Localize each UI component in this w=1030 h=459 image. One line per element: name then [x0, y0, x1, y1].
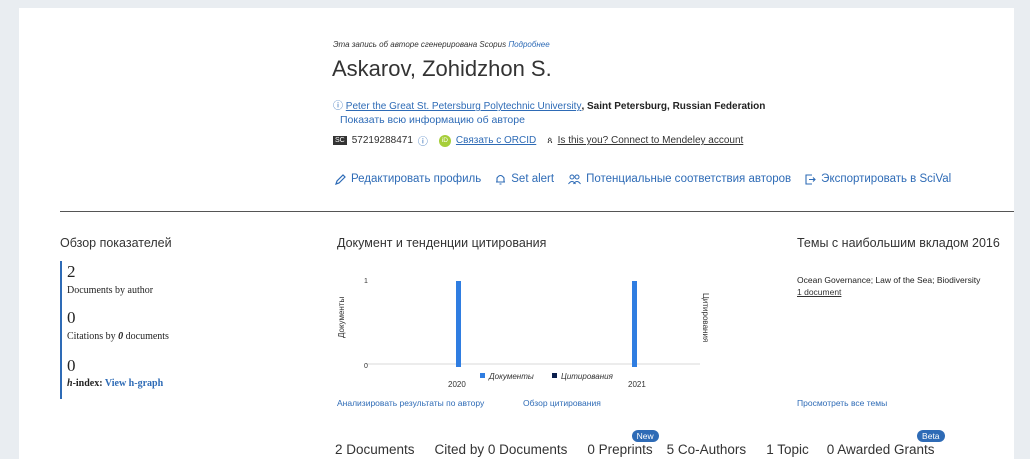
author-matches-button[interactable]: Потенциальные соответствия авторов [568, 173, 791, 185]
metrics-title: Обзор показателей [60, 236, 172, 250]
orcid-link[interactable]: Связать с ORCID [456, 135, 536, 146]
export-icon [805, 173, 816, 185]
export-scival-button[interactable]: Экспортировать в SciVal [805, 173, 951, 185]
people-icon [568, 174, 581, 184]
author-name: Askarov, Zohidzhon S. [332, 56, 552, 81]
pencil-icon [335, 173, 346, 185]
citations-label-pre: Citations by [67, 331, 119, 342]
orcid-icon: iD [438, 134, 451, 147]
tab-cited-by[interactable]: Cited by 0 Documents [435, 442, 568, 459]
bar-documents-2020[interactable] [456, 281, 461, 367]
x-tick-label: 2020 [448, 380, 466, 389]
topics-title: Темы с наибольшим вкладом 2016 [797, 236, 1000, 250]
mendeley-icon: ጰ [547, 135, 553, 145]
affiliation-link[interactable]: Peter the Great St. Petersburg Polytechn… [346, 101, 582, 112]
analyze-author-link[interactable]: Анализировать результаты по автору [337, 398, 484, 408]
x-tick-label: 2021 [628, 380, 646, 389]
set-alert-label: Set alert [511, 173, 555, 185]
edit-profile-button[interactable]: Редактировать профиль [335, 173, 481, 185]
set-alert-button[interactable]: Set alert [495, 173, 554, 185]
citations-label-post: documents [123, 331, 169, 342]
legend-label: Документы [488, 372, 534, 381]
legend-swatch [480, 373, 485, 378]
tab-bar: 2 Documents Cited by 0 Documents 0 Prepr… [335, 430, 945, 459]
export-scival-label: Экспортировать в SciVal [821, 173, 952, 185]
record-note-text: Эта запись об авторе сгенерирована Scopu… [333, 40, 507, 49]
topic-name: Ocean Governance; Law of the Sea; Biodiv… [797, 275, 981, 285]
documents-label: Documents by author [67, 285, 154, 296]
view-hgraph-link[interactable]: View h-graph [105, 378, 163, 389]
documents-count: 2 [67, 262, 76, 281]
tab-documents[interactable]: 2 Documents [335, 442, 415, 459]
citations-label: Citations by 0 documents [67, 331, 169, 342]
section-divider [60, 211, 1014, 212]
record-note: Эта запись об авторе сгенерирована Scopu… [333, 40, 550, 49]
location-text: , Saint Petersburg, Russian Federation [581, 101, 766, 112]
scopus-id: 57219288471 [351, 135, 413, 146]
info-icon[interactable]: ⓘ [418, 133, 428, 148]
y-axis-label: Документы [337, 297, 346, 338]
info-icon: ⓘ [333, 101, 343, 112]
hindex-mid: -index: [72, 378, 105, 389]
author-profile-page: Эта запись об авторе сгенерирована Scopu… [19, 8, 1014, 459]
tab-preprints[interactable]: 0 Preprints New [587, 430, 659, 459]
scopus-id-icon: SC [333, 136, 347, 145]
edit-profile-label: Редактировать профиль [351, 173, 482, 185]
author-matches-label: Потенциальные соответствия авторов [586, 173, 792, 185]
bell-icon [496, 174, 506, 185]
bar-documents-2021[interactable] [632, 281, 637, 367]
trends-chart: 20202021100 Документы Цитирования Докуме… [337, 278, 710, 389]
new-badge: New [631, 430, 659, 442]
citations-count: 0 [67, 308, 76, 327]
mendeley-link[interactable]: Is this you? Connect to Mendeley account [558, 135, 744, 146]
action-bar: Редактировать профиль Set alert Потенциа… [335, 173, 951, 185]
y-tick-label: 1 [364, 278, 368, 285]
tab-awarded-grants-label: 0 Awarded Grants [826, 442, 935, 457]
show-all-info-link[interactable]: Показать всю информацию об авторе [340, 114, 525, 126]
tab-topic[interactable]: 1 Topic [766, 442, 809, 459]
record-more-link[interactable]: Подробнее [508, 40, 549, 49]
view-all-topics-link[interactable]: Просмотреть все темы [797, 398, 887, 408]
tab-awarded-grants[interactable]: 0 Awarded Grants Beta [826, 430, 945, 459]
y-tick-label: 0 [364, 363, 368, 370]
tab-preprints-label: 0 Preprints [587, 442, 653, 457]
tab-co-authors[interactable]: 5 Co-Authors [667, 442, 747, 459]
trends-title: Документ и тенденции цитирования [337, 236, 547, 250]
identifiers-line: SC 57219288471 ⓘ iD Связать с ORCID ጰ Is… [333, 133, 743, 148]
legend-label: Цитирования [561, 372, 614, 381]
affiliation-line: ⓘ Peter the Great St. Petersburg Polytec… [333, 97, 765, 112]
citation-overview-link[interactable]: Обзор цитирования [523, 398, 601, 408]
metrics-accent-bar [60, 261, 62, 399]
hindex-value: 0 [67, 356, 76, 375]
topic-docs-link[interactable]: 1 document [797, 287, 841, 297]
y2-axis-label: Цитирования [701, 293, 710, 342]
legend-swatch [552, 373, 557, 378]
hindex-label: h-index: View h-graph [67, 378, 163, 389]
beta-badge: Beta [917, 430, 945, 442]
